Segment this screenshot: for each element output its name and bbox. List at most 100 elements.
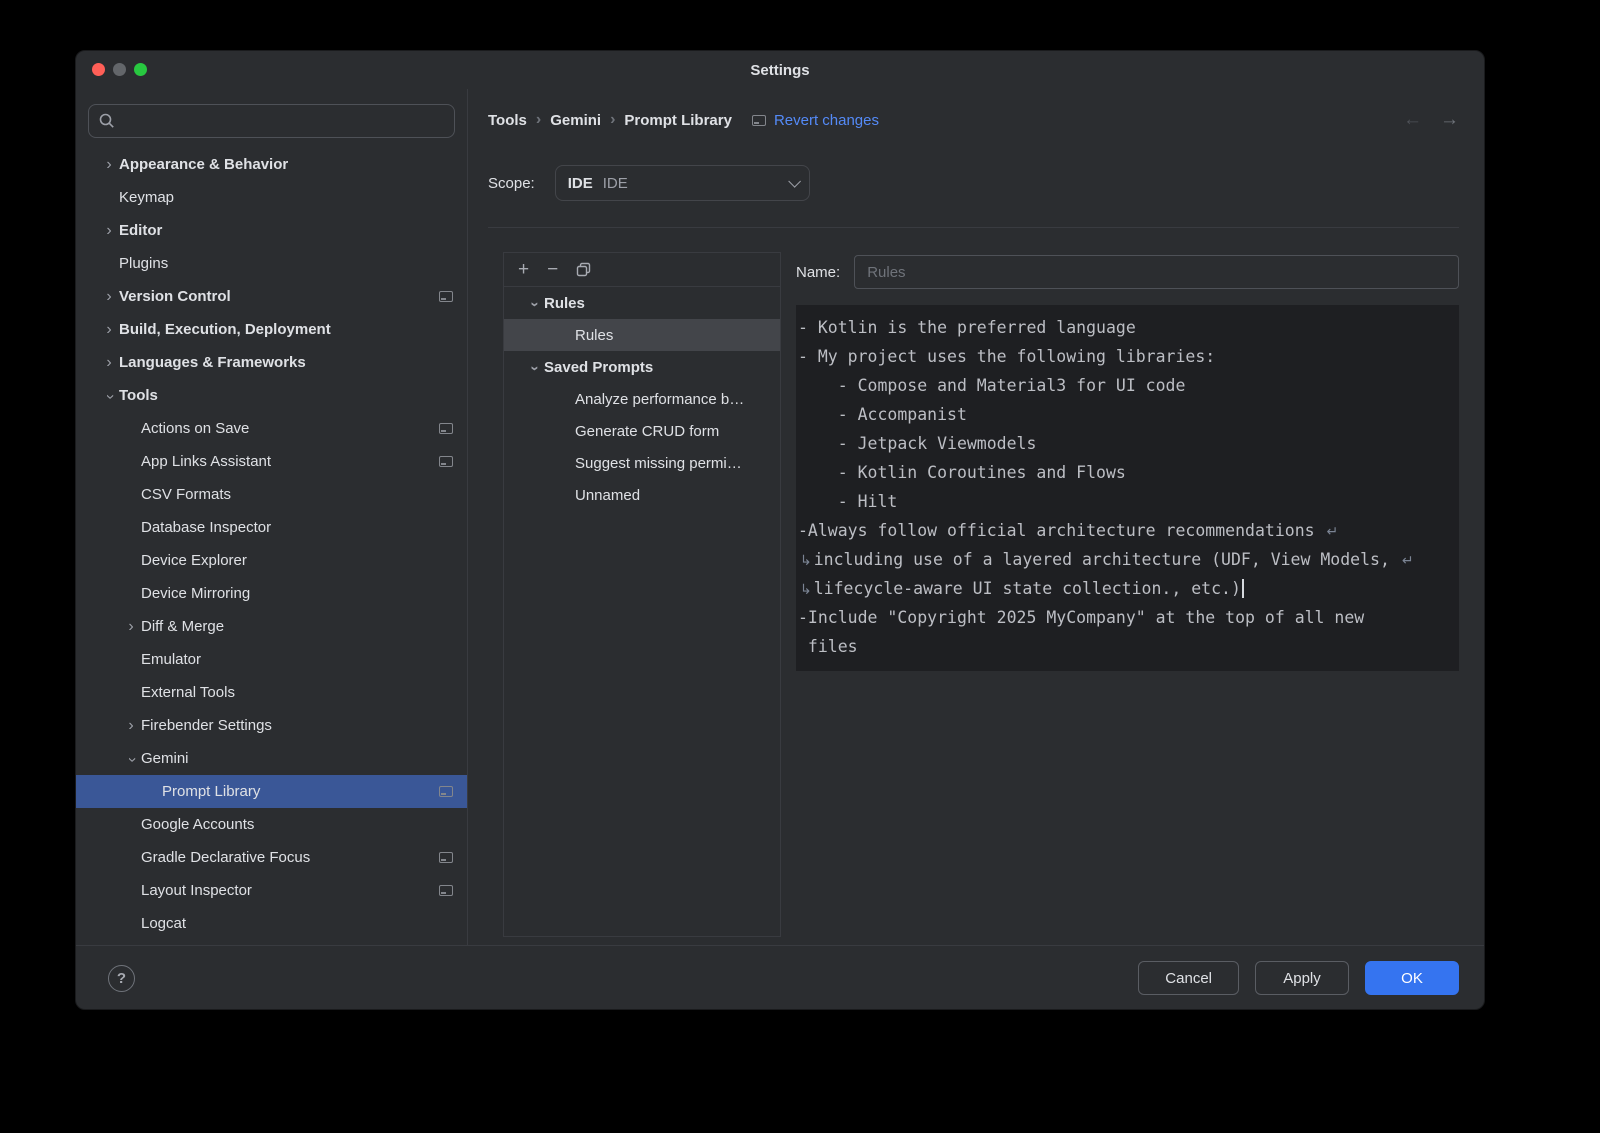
sidebar-tree-item[interactable]: App Links Assistant xyxy=(76,445,467,478)
editor-line: - Kotlin is the preferred language xyxy=(798,313,1457,342)
chevron-down-icon xyxy=(788,175,801,188)
minimize-window-button[interactable] xyxy=(113,63,126,76)
sidebar-tree-item[interactable]: Device Mirroring xyxy=(76,577,467,610)
sidebar-tree-item[interactable]: CSV Formats xyxy=(76,478,467,511)
sidebar-tree-item[interactable]: Database Inspector xyxy=(76,511,467,544)
sidebar-item-label: Database Inspector xyxy=(141,519,271,536)
sidebar-item-label: Firebender Settings xyxy=(141,717,272,734)
sidebar-tree-item[interactable]: Emulator xyxy=(76,643,467,676)
prompt-list-item[interactable]: › Saved Prompts xyxy=(504,351,780,383)
window-titlebar: Settings xyxy=(76,51,1484,89)
dialog-footer: ? Cancel Apply OK xyxy=(76,945,1484,1010)
sidebar-tree-item[interactable]: › Version Control xyxy=(76,280,467,313)
chevron-icon[interactable]: › xyxy=(124,749,140,769)
help-button[interactable]: ? xyxy=(108,965,135,992)
revert-changes-link[interactable]: Revert changes xyxy=(774,112,879,129)
prompt-item-label: Rules xyxy=(575,327,613,344)
settings-search-input[interactable] xyxy=(88,104,455,138)
prompt-detail-panel: Name: - Kotlin is the preferred language… xyxy=(796,252,1459,937)
sidebar-tree-item[interactable]: › Tools xyxy=(76,379,467,412)
screen-icon xyxy=(439,456,453,467)
scope-dropdown[interactable]: IDE IDE xyxy=(555,165,810,201)
sidebar-item-label: Version Control xyxy=(119,288,231,305)
scope-tag: IDE xyxy=(568,175,593,192)
zoom-window-button[interactable] xyxy=(134,63,147,76)
sidebar-tree-item[interactable]: Google Accounts xyxy=(76,808,467,841)
sidebar-tree-item[interactable]: Logcat xyxy=(76,907,467,940)
forward-arrow-icon[interactable]: → xyxy=(1440,109,1459,131)
editor-line: -Always follow official architecture rec… xyxy=(798,516,1457,545)
prompt-list-item[interactable]: Rules xyxy=(504,319,780,351)
prompt-item-label: Generate CRUD form xyxy=(575,423,719,440)
editor-line: -Include "Copyright 2025 MyCompany" at t… xyxy=(798,603,1457,632)
editor-line: - My project uses the following librarie… xyxy=(798,342,1457,371)
prompt-text-editor[interactable]: - Kotlin is the preferred language- My p… xyxy=(796,305,1459,671)
chevron-icon[interactable]: › xyxy=(526,358,543,378)
sidebar-item-label: Device Explorer xyxy=(141,552,247,569)
sidebar-tree-item[interactable]: › Firebender Settings xyxy=(76,709,467,742)
cancel-button[interactable]: Cancel xyxy=(1138,961,1239,995)
chevron-icon[interactable]: › xyxy=(99,223,119,239)
sidebar-tree-item[interactable]: Actions on Save xyxy=(76,412,467,445)
editor-line: files xyxy=(798,632,1457,661)
sidebar-tree-item[interactable]: External Tools xyxy=(76,676,467,709)
sidebar-tree-item[interactable]: Layout Inspector xyxy=(76,874,467,907)
breadcrumb-prompt-library: Prompt Library xyxy=(624,112,732,129)
sidebar-tree-item[interactable]: › Gemini xyxy=(76,742,467,775)
scope-value: IDE xyxy=(603,175,628,192)
sidebar-item-label: Logcat xyxy=(141,915,186,932)
back-arrow-icon[interactable]: ← xyxy=(1403,109,1422,131)
sidebar-tree-item[interactable]: › Build, Execution, Deployment xyxy=(76,313,467,346)
prompt-list-toolbar: + − xyxy=(504,253,780,287)
scope-label: Scope: xyxy=(488,175,535,192)
chevron-icon[interactable]: › xyxy=(99,355,119,371)
sidebar-item-label: App Links Assistant xyxy=(141,453,271,470)
prompt-list-item[interactable]: Unnamed xyxy=(504,479,780,511)
sidebar-item-label: Plugins xyxy=(119,255,168,272)
sidebar-tree-item[interactable]: › Appearance & Behavior xyxy=(76,148,467,181)
sidebar-item-label: Emulator xyxy=(141,651,201,668)
breadcrumb-tools[interactable]: Tools xyxy=(488,112,527,129)
sidebar-tree-item[interactable]: Prompt Library xyxy=(76,775,467,808)
sidebar-tree-item[interactable]: › Diff & Merge xyxy=(76,610,467,643)
editor-line: ↳including use of a layered architecture… xyxy=(798,545,1457,574)
chevron-icon[interactable]: › xyxy=(121,619,141,635)
add-prompt-button[interactable]: + xyxy=(518,260,529,279)
sidebar-tree-item[interactable]: › Editor xyxy=(76,214,467,247)
prompt-list-item[interactable]: › Rules xyxy=(504,287,780,319)
chevron-icon[interactable]: › xyxy=(99,289,119,305)
modified-indicator-icon xyxy=(752,115,766,126)
prompt-list-item[interactable]: Generate CRUD form xyxy=(504,415,780,447)
prompt-list: › Rules Rules › Saved Prompts Analyze pe… xyxy=(504,287,780,511)
chevron-icon[interactable]: › xyxy=(99,157,119,173)
editor-line: - Accompanist xyxy=(798,400,1457,429)
copy-prompt-button[interactable] xyxy=(576,262,591,277)
close-window-button[interactable] xyxy=(92,63,105,76)
breadcrumb-gemini[interactable]: Gemini xyxy=(550,112,601,129)
sidebar-tree-item[interactable]: Device Explorer xyxy=(76,544,467,577)
window-title: Settings xyxy=(750,62,809,79)
chevron-icon[interactable]: › xyxy=(121,718,141,734)
chevron-icon[interactable]: › xyxy=(99,322,119,338)
prompt-list-item[interactable]: Analyze performance b… xyxy=(504,383,780,415)
prompt-name-label: Name: xyxy=(796,264,840,281)
remove-prompt-button[interactable]: − xyxy=(547,260,558,279)
sidebar-item-label: Tools xyxy=(119,387,158,404)
chevron-icon[interactable]: › xyxy=(526,294,543,314)
sidebar-tree-item[interactable]: Plugins xyxy=(76,247,467,280)
prompt-item-label: Suggest missing permi… xyxy=(575,455,742,472)
prompt-item-label: Analyze performance b… xyxy=(575,391,744,408)
sidebar-tree-item[interactable]: Keymap xyxy=(76,181,467,214)
sidebar-tree-item[interactable]: Gradle Declarative Focus xyxy=(76,841,467,874)
settings-window: Settings › Appearance & Behavior Keymap … xyxy=(75,50,1485,1010)
sidebar-tree-item[interactable]: › Languages & Frameworks xyxy=(76,346,467,379)
prompt-name-input[interactable] xyxy=(854,255,1459,289)
apply-button[interactable]: Apply xyxy=(1255,961,1349,995)
sidebar-item-label: Prompt Library xyxy=(162,783,260,800)
chevron-right-icon: › xyxy=(527,111,550,129)
ok-button[interactable]: OK xyxy=(1365,961,1459,995)
sidebar-item-label: Gemini xyxy=(141,750,189,767)
prompt-list-item[interactable]: Suggest missing permi… xyxy=(504,447,780,479)
chevron-icon[interactable]: › xyxy=(102,386,118,406)
copy-icon xyxy=(576,262,591,277)
